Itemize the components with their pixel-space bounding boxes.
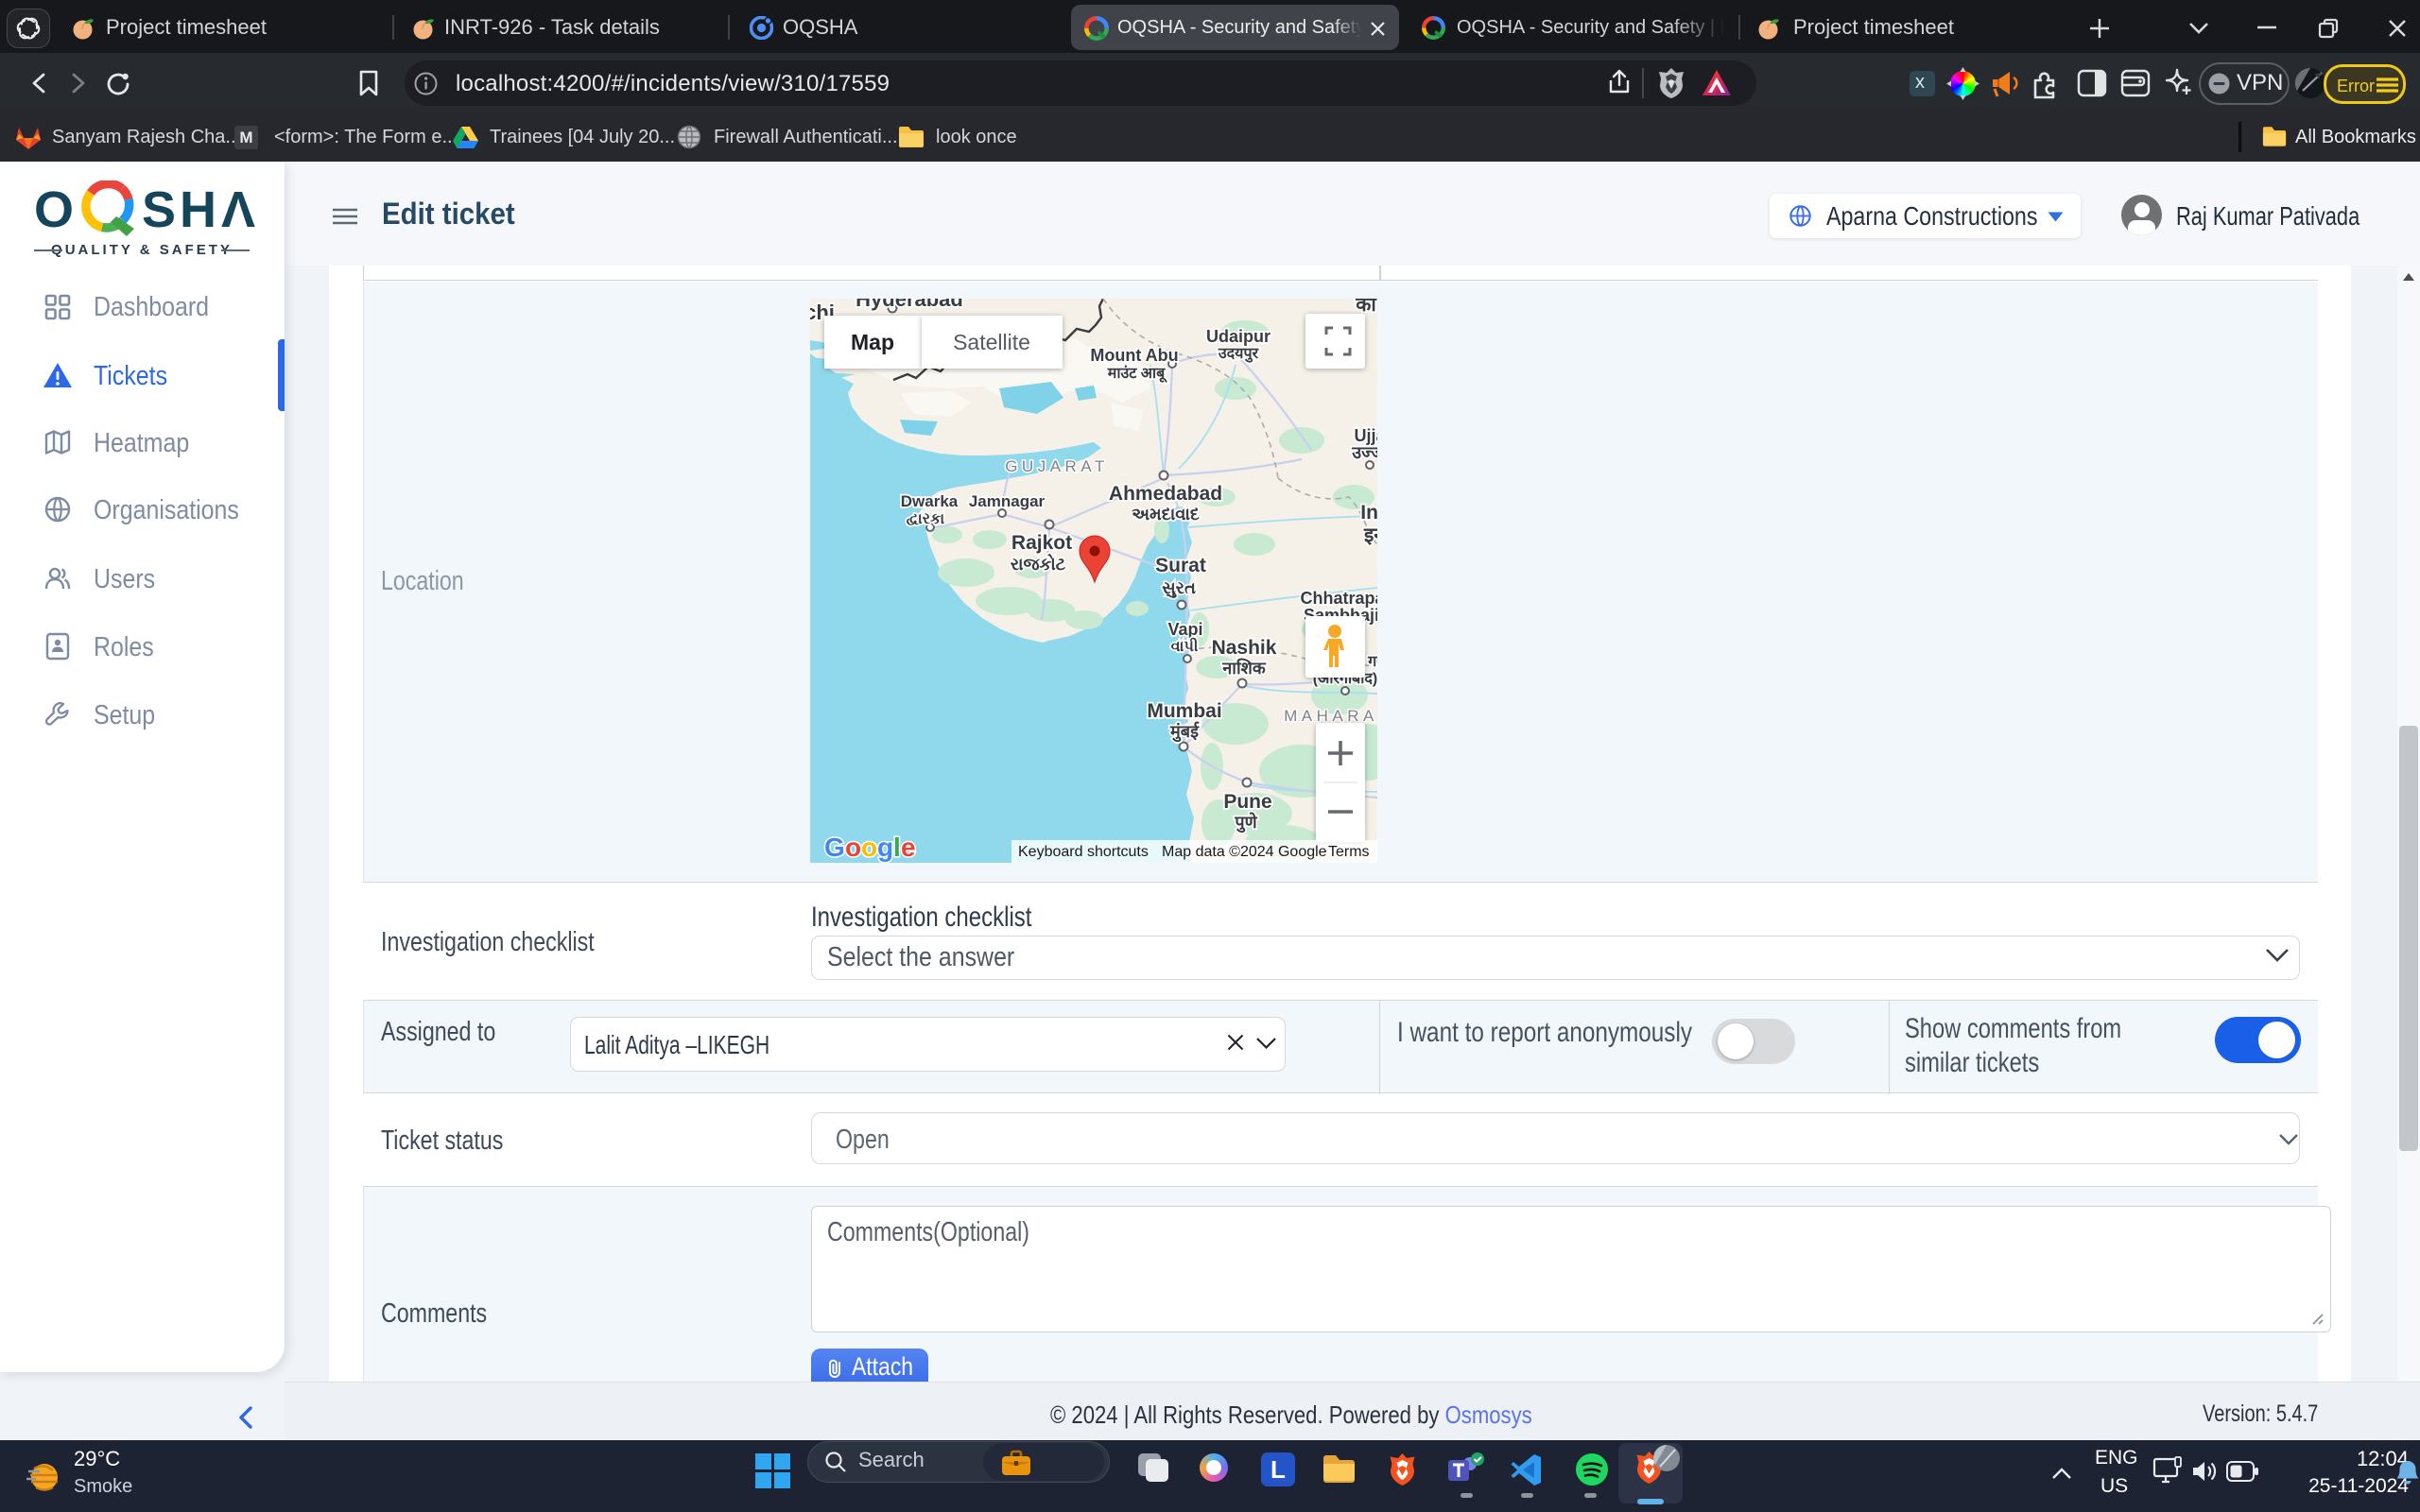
svg-text:રાજકોટ: રાજકોટ (1011, 554, 1066, 574)
svg-text:Ind: Ind (1360, 502, 1377, 524)
svg-text:गर: गर (1367, 654, 1377, 670)
svg-text:उज्ज: उज्ज (1351, 443, 1377, 462)
svg-text:Ahmedabad: Ahmedabad (1109, 483, 1222, 505)
svg-text:Surat: Surat (1155, 555, 1206, 576)
svg-text:દ્વારકા: દ્વારકા (907, 511, 944, 527)
svg-text:Map data ©2024 Google: Map data ©2024 Google (1162, 844, 1327, 860)
svg-text:नाशिक: नाशिक (1221, 658, 1267, 678)
svg-text:Dwarka: Dwarka (901, 492, 959, 510)
svg-text:Pune: Pune (1223, 791, 1271, 813)
svg-text:Nashik: Nashik (1212, 637, 1277, 659)
svg-text:અમદાવાદ: અમદાવાદ (1132, 505, 1200, 524)
svg-text:o: o (861, 833, 877, 862)
svg-text:Terms: Terms (1328, 844, 1370, 860)
svg-text:पुणे: पुणे (1234, 812, 1257, 833)
svg-text:को: को (1355, 299, 1377, 316)
svg-text:Vapi: Vapi (1167, 620, 1202, 639)
svg-text:इन्: इन् (1363, 524, 1377, 547)
svg-text:Mount Abu: Mount Abu (1090, 346, 1178, 365)
svg-text:Ujja: Ujja (1354, 426, 1377, 445)
svg-text:Hyderabad: Hyderabad (856, 299, 963, 311)
svg-text:l: l (893, 833, 901, 862)
svg-text:Mumbai: Mumbai (1147, 700, 1221, 722)
svg-text:Jamnagar: Jamnagar (969, 492, 1046, 510)
svg-text:g: g (877, 833, 893, 862)
svg-text:Udaipur: Udaipur (1206, 327, 1270, 346)
svg-text:Keyboard shortcuts: Keyboard shortcuts (1018, 844, 1149, 860)
svg-text:उदयपुर: उदयपुर (1218, 346, 1260, 363)
svg-text:Satellite: Satellite (953, 330, 1030, 354)
svg-text:સુરત: સુરત (1162, 578, 1196, 598)
svg-text:माउंट आबू: माउंट आबू (1107, 365, 1167, 383)
svg-text:e: e (901, 833, 916, 862)
svg-text:GUJARAT: GUJARAT (1005, 457, 1109, 475)
svg-text:MAHARA: MAHARA (1284, 707, 1377, 725)
svg-text:Chhatrapat: Chhatrapat (1300, 589, 1377, 608)
svg-text:मुंबई: मुंबई (1169, 721, 1200, 743)
svg-text:વાપી: વાપી (1171, 637, 1199, 655)
svg-text:G: G (824, 833, 845, 862)
svg-text:Rajkot: Rajkot (1011, 532, 1072, 554)
svg-text:o: o (845, 833, 861, 862)
svg-text:Map: Map (851, 330, 894, 354)
